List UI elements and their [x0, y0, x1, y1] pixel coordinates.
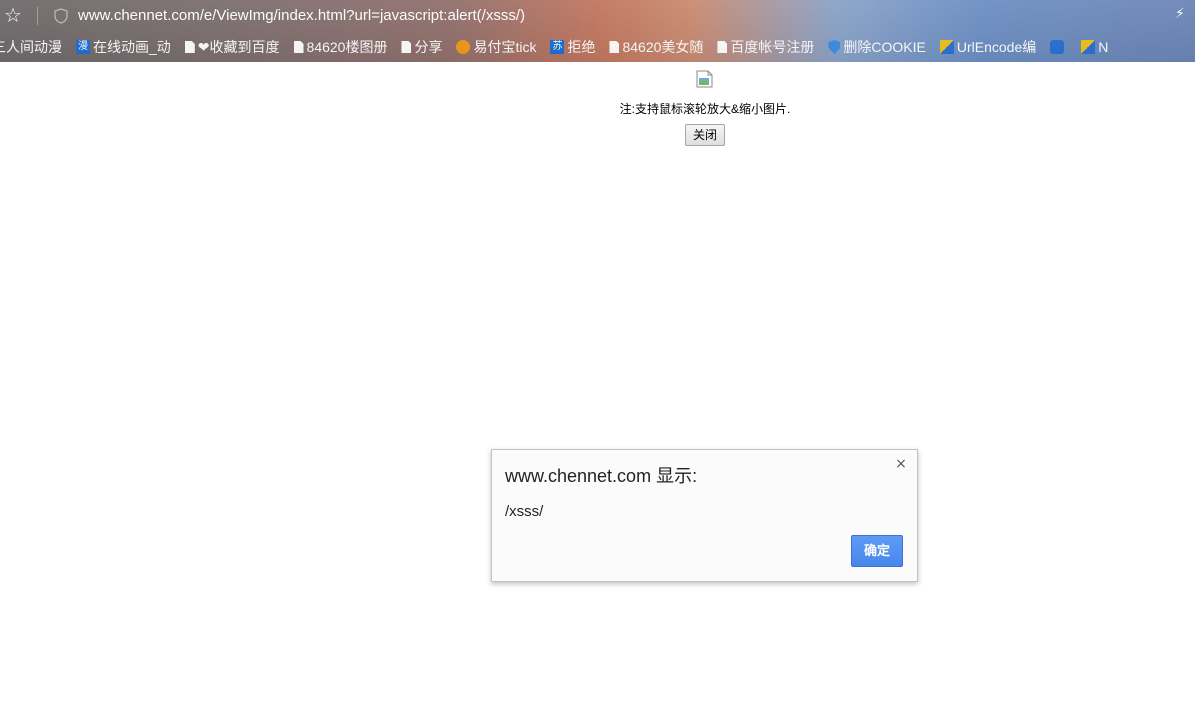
- lightning-icon[interactable]: ⚡: [1175, 6, 1187, 24]
- alert-message: /xsss/: [505, 503, 544, 520]
- close-icon[interactable]: ×: [893, 456, 909, 472]
- paw-icon: [1050, 40, 1065, 54]
- bookmark-label: 易付宝tick: [473, 39, 537, 55]
- ok-button[interactable]: 确定: [851, 535, 903, 567]
- page-icon: [293, 41, 304, 53]
- bookmark-item[interactable]: 易付宝tick: [456, 34, 536, 60]
- bookmark-label: 84620楼图册: [306, 39, 388, 55]
- bookmark-item[interactable]: 84620楼图册: [293, 34, 388, 60]
- bookmark-label: 删除COOKIE: [843, 39, 926, 55]
- bookmark-star-icon[interactable]: ☆: [2, 4, 24, 26]
- address-bar-url[interactable]: www.chennet.com/e/ViewImg/index.html?url…: [78, 6, 525, 26]
- page-icon: [717, 41, 728, 53]
- bookmark-label: ❤收藏到百度: [197, 39, 280, 55]
- bookmark-label: 百度帐号注册: [730, 39, 815, 55]
- bookmarks-bar: 三人间动漫 漫 在线动画_动 ❤收藏到百度 84620楼图册 分享 易付宝tic…: [0, 34, 1187, 60]
- bookmark-item[interactable]: N: [1081, 34, 1108, 60]
- bookmark-label: 拒绝: [567, 39, 596, 55]
- bookmark-label: UrlEncode编: [956, 39, 1037, 55]
- bookmark-item[interactable]: 84620美女随: [609, 34, 703, 60]
- page-icon: [609, 41, 620, 53]
- bookmark-label: 在线动画_动: [93, 39, 171, 55]
- broken-image-icon: [696, 70, 713, 88]
- manga-icon: 漫: [76, 40, 90, 54]
- bookmark-label: N: [1098, 39, 1109, 55]
- page-icon: [184, 41, 195, 53]
- bookmark-item[interactable]: 苏 拒绝: [550, 34, 595, 60]
- site-shield-icon[interactable]: [54, 8, 68, 24]
- address-bar-row: ☆ www.chennet.com/e/ViewImg/index.html?u…: [0, 0, 1195, 32]
- zoom-hint-text: 注:支持鼠标滚轮放大&缩小图片.: [619, 102, 791, 116]
- bookmark-item[interactable]: 漫 在线动画_动: [76, 34, 171, 60]
- divider: [37, 7, 38, 25]
- bookmark-item[interactable]: 删除COOKIE: [828, 34, 926, 60]
- alert-title: www.chennet.com 显示:: [505, 466, 698, 486]
- browser-chrome: ☆ www.chennet.com/e/ViewImg/index.html?u…: [0, 0, 1195, 62]
- bookmark-label: 三人间动漫: [0, 39, 62, 55]
- bookmark-label: 分享: [414, 39, 443, 55]
- yellow-blue-icon: [1081, 40, 1096, 54]
- close-button[interactable]: 关闭: [685, 124, 725, 146]
- shield-icon: [828, 40, 841, 54]
- bookmark-label: 84620美女随: [622, 39, 704, 55]
- bookmark-item[interactable]: [1050, 34, 1067, 60]
- alert-dialog: www.chennet.com 显示: × /xsss/ 确定: [491, 449, 918, 582]
- tiger-icon: [456, 40, 471, 54]
- bookmark-item[interactable]: 三人间动漫: [0, 34, 62, 60]
- bookmark-item[interactable]: UrlEncode编: [939, 34, 1037, 60]
- page-icon: [401, 41, 412, 53]
- yellow-blue-icon: [939, 40, 954, 54]
- bookmark-item[interactable]: 百度帐号注册: [717, 34, 814, 60]
- bookmark-item[interactable]: 分享: [401, 34, 442, 60]
- bookmark-item[interactable]: ❤收藏到百度: [184, 34, 280, 60]
- blue-logo-icon: 苏: [550, 40, 565, 54]
